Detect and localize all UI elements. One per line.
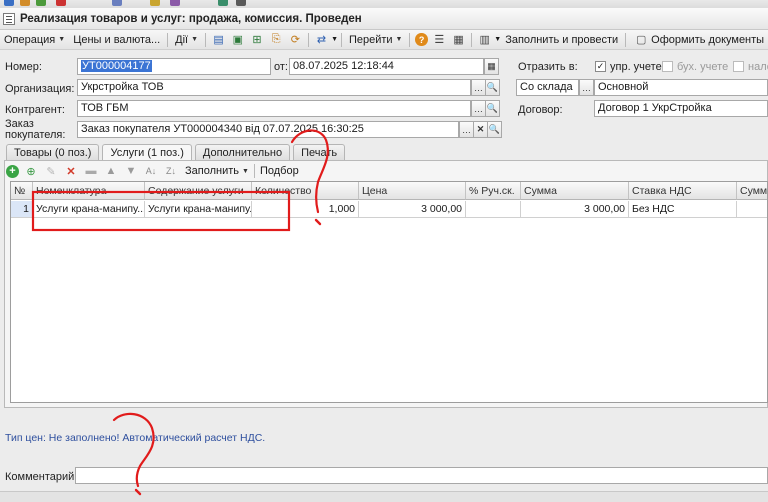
annotation-highlight-box	[31, 190, 291, 232]
annotation-question-mark	[290, 129, 329, 214]
annotation-question-dot	[134, 488, 142, 496]
annotation-question-mark	[112, 412, 155, 488]
annotation-question-dot	[314, 218, 322, 226]
annotation-overlay	[31, 129, 329, 496]
